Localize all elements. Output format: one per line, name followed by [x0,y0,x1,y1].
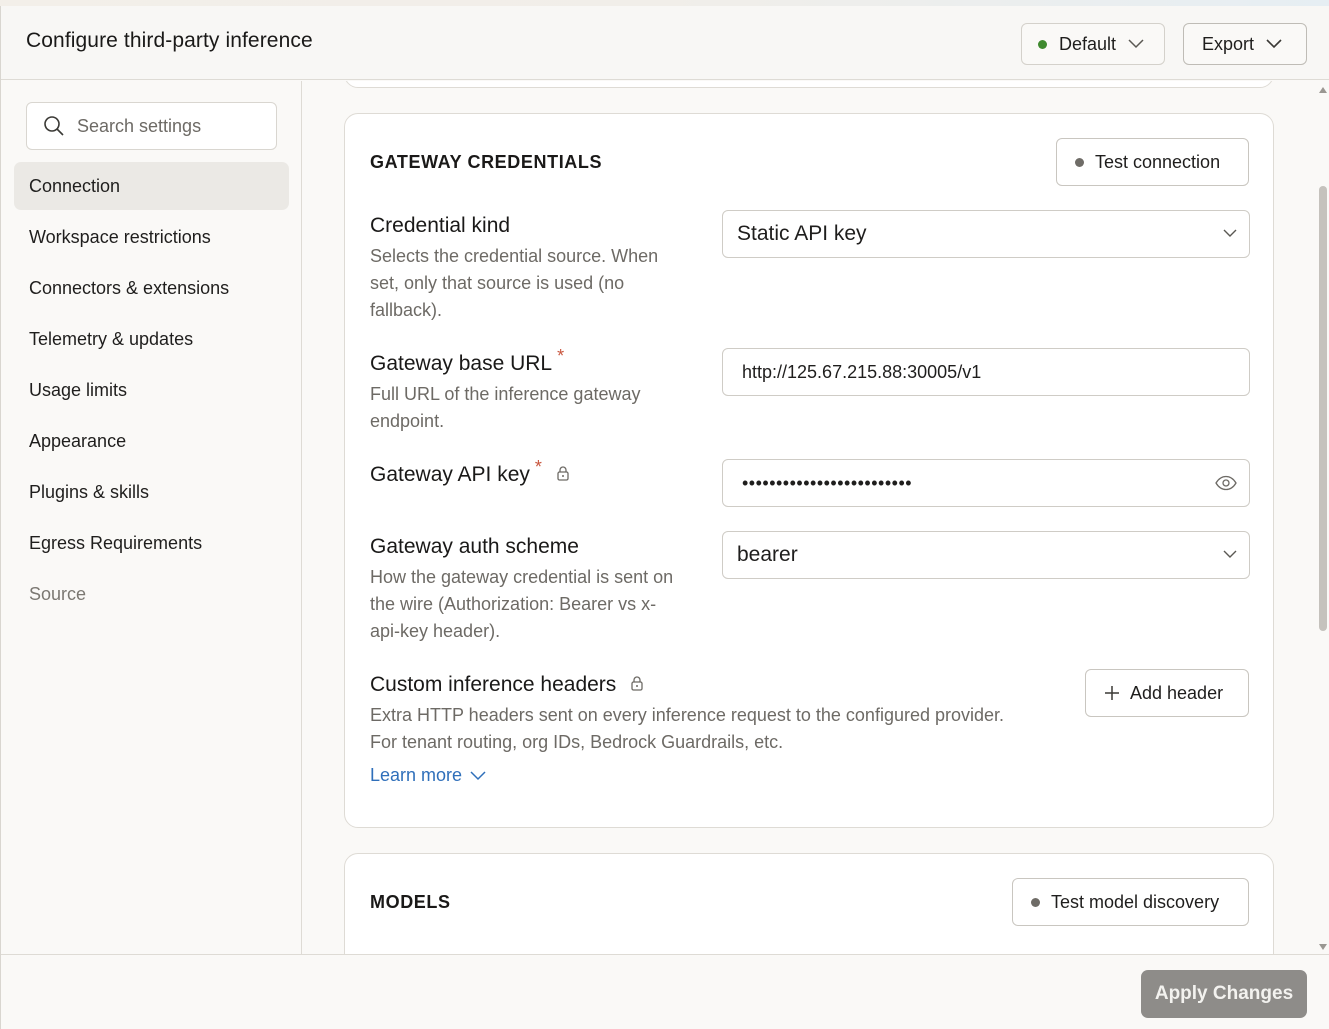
base-url-value: http://125.67.215.88:30005/v1 [742,361,982,382]
description-line: Selects the credential source. When [370,246,659,266]
previous-card-edge [344,81,1274,88]
api-key-input[interactable]: ••••••••••••••••••••••••• [722,459,1250,507]
models-card: MODELS Test model discovery [344,853,1274,954]
status-dot-icon [1075,157,1084,167]
chevron-down-icon [1223,229,1237,237]
description-line: endpoint. [370,411,445,431]
export-button[interactable]: Export [1183,23,1307,65]
auth-scheme-label: Gateway auth scheme [370,535,579,558]
description-line: Extra HTTP headers sent on every inferen… [370,705,1005,725]
sidebar-item-connection[interactable]: Connection [14,162,289,210]
chevron-down-icon [1266,39,1282,49]
sidebar-item-plugins-skills[interactable]: Plugins & skills [14,468,289,516]
test-model-discovery-label: Test model discovery [1051,891,1220,912]
status-dot-icon [1031,897,1040,907]
test-connection-button[interactable]: Test connection [1056,138,1249,186]
apply-changes-button[interactable]: Apply Changes [1141,970,1307,1018]
add-header-button[interactable]: Add header [1085,669,1249,717]
custom-headers-label: Custom inference headers [370,673,644,697]
base-url-input[interactable]: http://125.67.215.88:30005/v1 [722,348,1250,396]
description-line: How the gateway credential is sent on [370,567,674,587]
lock-icon [557,466,569,482]
scroll-thumb[interactable] [1319,186,1327,631]
api-key-masked-value: ••••••••••••••••••••••••• [742,472,913,493]
sidebar-item-source[interactable]: Source [14,570,289,618]
section-title: MODELS [370,892,451,912]
description-line: Full URL of the inference gateway [370,384,641,404]
description-line: set, only that source is used (no [370,273,625,293]
header-bar: Configure third-party inference Default … [1,6,1329,80]
api-key-label-text: Gateway API key [370,463,530,486]
page-title: Configure third-party inference [26,29,313,52]
base-url-description: Full URL of the inference gateway endpoi… [370,381,640,435]
credential-kind-description: Selects the credential source. When set,… [370,243,658,324]
gateway-credentials-card: GATEWAY CREDENTIALS Test connection Cred… [344,113,1274,828]
sidebar-item-egress-requirements[interactable]: Egress Requirements [14,519,289,567]
learn-more-label: Learn more [370,765,463,785]
sidebar-item-appearance[interactable]: Appearance [14,417,289,465]
custom-headers-label-text: Custom inference headers [370,673,617,696]
profile-dropdown[interactable]: Default [1021,23,1165,65]
profile-label: Default [1059,33,1117,54]
footer-bar: Apply Changes [1,954,1329,1029]
scroll-up-icon[interactable] [1319,87,1327,93]
section-title: GATEWAY CREDENTIALS [370,152,603,172]
sidebar-item-telemetry-updates[interactable]: Telemetry & updates [14,315,289,363]
credential-kind-value: Static API key [737,222,867,245]
sidebar-nav: Connection Workspace restrictions Connec… [14,162,289,621]
sidebar-item-usage-limits[interactable]: Usage limits [14,366,289,414]
sidebar-item-connectors-extensions[interactable]: Connectors & extensions [14,264,289,312]
search-input[interactable] [77,115,257,137]
base-url-label: Gateway base URL * [370,346,564,376]
credential-kind-label: Credential kind [370,214,511,237]
test-model-discovery-button[interactable]: Test model discovery [1012,878,1249,926]
export-label: Export [1202,33,1255,54]
chevron-down-icon [1223,550,1237,558]
sidebar: Connection Workspace restrictions Connec… [1,81,302,954]
required-mark: * [534,457,542,477]
lock-icon [631,676,643,692]
scroll-down-icon[interactable] [1319,944,1327,950]
eye-icon[interactable] [1215,475,1237,491]
add-header-label: Add header [1130,682,1224,703]
chevron-down-icon [470,770,486,780]
status-dot-icon [1038,39,1047,49]
description-line: For tenant routing, org IDs, Bedrock Gua… [370,732,784,752]
description-line: api-key header). [370,621,501,641]
base-url-label-text: Gateway base URL [370,352,553,375]
description-line: fallback). [370,300,443,320]
custom-headers-description: Extra HTTP headers sent on every inferen… [370,702,1004,756]
auth-scheme-select[interactable]: bearer [722,531,1250,579]
auth-scheme-description: How the gateway credential is sent on th… [370,564,673,645]
required-mark: * [557,346,565,366]
sidebar-item-workspace-restrictions[interactable]: Workspace restrictions [14,213,289,261]
auth-scheme-value: bearer [737,543,798,566]
search-box[interactable] [26,102,277,150]
description-line: the wire (Authorization: Bearer vs x- [370,594,657,614]
api-key-label: Gateway API key * [370,457,570,487]
plus-icon [1105,686,1119,700]
settings-window: Configure third-party inference Default … [0,6,1329,1029]
credential-kind-select[interactable]: Static API key [722,210,1250,258]
chevron-down-icon [1128,39,1144,49]
learn-more-link[interactable]: Learn more [370,765,486,786]
search-icon [44,116,64,136]
main-content: GATEWAY CREDENTIALS Test connection Cred… [303,81,1317,954]
main-scrollbar[interactable] [1317,81,1329,954]
test-connection-label: Test connection [1095,151,1221,172]
